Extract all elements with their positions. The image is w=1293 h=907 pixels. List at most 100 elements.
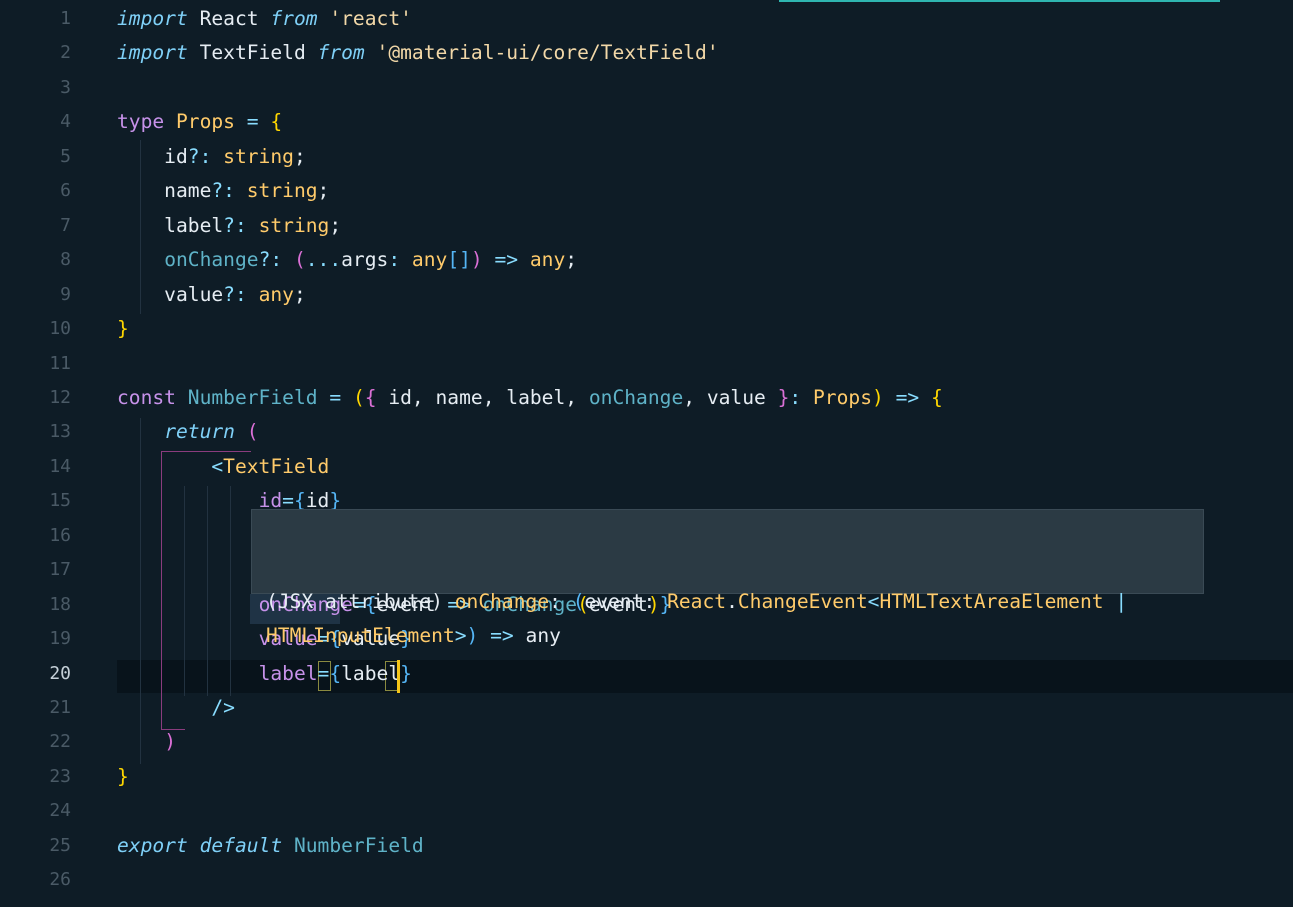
line-number: 10 — [49, 318, 71, 340]
code-line[interactable]: 13 return ( — [0, 415, 1293, 449]
line-number: 3 — [60, 76, 71, 98]
code-line[interactable]: 14 <TextField — [0, 450, 1293, 484]
code-text[interactable]: label?: string; — [117, 209, 341, 243]
line-number: 17 — [49, 559, 71, 581]
code-text[interactable]: } — [117, 760, 129, 794]
line-number: 1 — [60, 8, 71, 29]
code-line[interactable]: 25 export default NumberField — [0, 829, 1293, 863]
code-text[interactable]: /> — [117, 691, 235, 725]
code-token: export — [117, 833, 188, 857]
code-line[interactable]: 7 label?: string; — [0, 209, 1293, 243]
code-text[interactable]: import React from 'react' — [117, 2, 412, 36]
code-text[interactable]: ) — [117, 725, 176, 759]
code-token: import — [117, 41, 188, 65]
code-token: } — [777, 385, 790, 409]
code-token: ; — [329, 213, 342, 237]
code-token: } — [117, 317, 129, 341]
code-token: ) — [470, 248, 483, 272]
code-token: ; — [317, 179, 330, 203]
code-line[interactable]: 10} — [0, 312, 1293, 346]
code-text[interactable]: return ( — [117, 415, 258, 449]
code-line[interactable]: 4 type Props = { — [0, 105, 1293, 139]
code-token: ( — [352, 385, 365, 409]
code-text[interactable]: const NumberField = ({ id, name, label, … — [117, 381, 943, 415]
code-line[interactable]: 8 onChange?: (...args: any[]) => any; — [0, 243, 1293, 277]
tooltip-token: React — [667, 590, 727, 613]
tooltip-line: (JSX attribute) onChange: (event: React.… — [266, 585, 1189, 619]
code-token: string — [246, 179, 318, 203]
code-token: import — [117, 7, 188, 30]
code-token: { — [364, 385, 377, 409]
code-line[interactable]: 24 — [0, 794, 1293, 828]
code-token: , value — [683, 385, 778, 409]
code-token: value — [117, 282, 224, 306]
tooltip-token: ( — [572, 590, 585, 613]
code-line[interactable]: 3 — [0, 71, 1293, 105]
code-token: ?: — [187, 144, 212, 168]
code-token: ?: — [223, 282, 247, 306]
code-editor[interactable]: 1 import React from 'react' 2 import TextFi… — [0, 0, 1293, 907]
code-text[interactable]: value?: any; — [117, 278, 306, 312]
line-number: 14 — [49, 455, 71, 477]
tooltip-token — [478, 624, 490, 647]
tooltip-token: | — [1115, 590, 1128, 613]
code-line[interactable]: 1 import React from 'react' — [0, 2, 1293, 36]
code-line[interactable]: 9 value?: any; — [0, 278, 1293, 312]
tooltip-token: HTMLTextAreaElement — [879, 590, 1104, 613]
code-text[interactable]: onChange?: (...args: any[]) => any; — [117, 243, 577, 277]
code-token: ) — [164, 730, 176, 754]
code-text[interactable]: type Props = { — [117, 105, 282, 139]
code-line[interactable]: 11 — [0, 347, 1293, 381]
tooltip-token: HTMLInputElement — [266, 624, 455, 647]
code-line[interactable]: 12 const NumberField = ({ id, name, label… — [0, 381, 1293, 415]
line-number: 18 — [49, 593, 71, 615]
code-token: default — [199, 833, 283, 857]
code-text[interactable]: import TextField from '@material-ui/core… — [117, 36, 719, 70]
line-number: 13 — [49, 421, 71, 443]
code-text[interactable]: } — [117, 312, 129, 346]
tooltip-token: event — [584, 590, 644, 613]
code-line[interactable]: 26 — [0, 863, 1293, 897]
code-line[interactable]: 23} — [0, 760, 1293, 794]
code-token: TextField — [187, 41, 318, 65]
code-token: : — [388, 248, 401, 272]
tooltip-token: any — [513, 624, 561, 647]
code-line[interactable]: 2 import TextField from '@material-ui/cor… — [0, 36, 1293, 70]
code-token: NumberField — [187, 385, 318, 409]
tooltip-token: onChange — [454, 590, 550, 613]
line-number: 4 — [60, 111, 71, 133]
line-number: 11 — [49, 352, 71, 374]
tooltip-token: < — [867, 590, 880, 613]
code-token: Props — [813, 385, 872, 409]
code-line[interactable]: 22 ) — [0, 725, 1293, 759]
code-token: args — [341, 248, 389, 272]
code-token: ?: — [223, 213, 247, 237]
code-text[interactable]: id?: string; — [117, 140, 306, 174]
code-line[interactable]: 5 id?: string; — [0, 140, 1293, 174]
code-text[interactable]: name?: string; — [117, 174, 329, 208]
code-text[interactable]: <TextField — [117, 450, 329, 484]
code-token: => — [494, 248, 519, 272]
line-number: 12 — [49, 386, 71, 408]
code-text[interactable]: export default NumberField — [117, 829, 424, 863]
code-token: } — [117, 764, 129, 788]
code-token: onChange — [164, 248, 259, 272]
tooltip-token: ) — [466, 624, 479, 647]
code-token: any — [411, 248, 448, 272]
code-token: label — [117, 213, 224, 237]
hover-tooltip: (JSX attribute) onChange: (event: React.… — [251, 509, 1204, 647]
code-line[interactable]: 6 name?: string; — [0, 174, 1293, 208]
line-number: 5 — [60, 145, 71, 167]
